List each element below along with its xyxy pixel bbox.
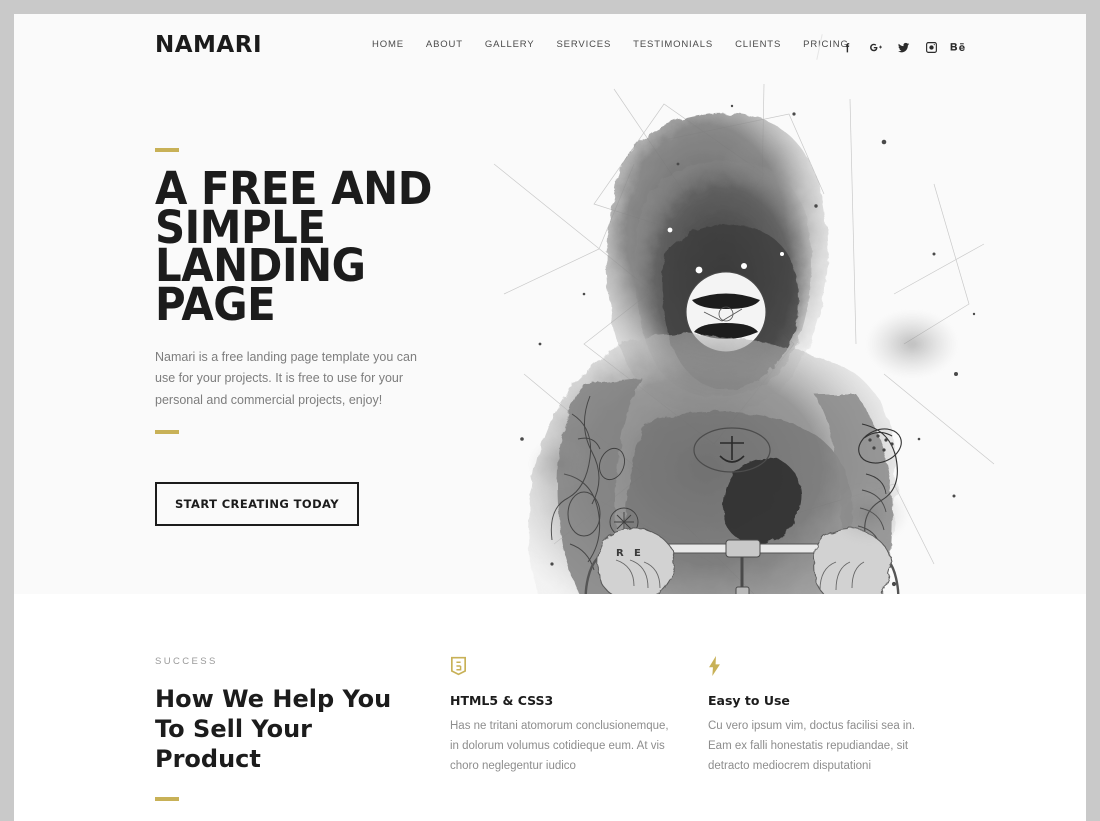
features-eyebrow: SUCCESS [155,656,218,667]
features-intro-column: SUCCESS How We Help You To Sell Your Pro… [155,656,410,821]
nav-link-clients[interactable]: CLIENTS [735,39,781,50]
feature-item-html5-css3: HTML5 & CSS3 Has ne tritani atomorum con… [450,656,670,794]
features-title: How We Help You To Sell Your Product [155,685,392,774]
twitter-icon[interactable] [894,38,912,56]
features-section: SUCCESS How We Help You To Sell Your Pro… [14,594,1086,821]
nav-link-home[interactable]: HOME [372,39,404,50]
svg-text:E: E [634,548,641,559]
brand-logo[interactable]: NAMARI [155,32,262,58]
feature-title: HTML5 & CSS3 [450,693,554,708]
feature-title: Easy to Use [708,693,790,708]
hero-description: Namari is a free landing page template y… [155,349,417,407]
hero-accent-rule-top [155,148,179,152]
facebook-icon[interactable] [838,38,856,56]
hero-copy: A Free And Simple Landing Page Namari is… [155,148,485,527]
page-frame: RE NAMARI HOME ABOUT GALLERY SERVICES TE… [14,14,1086,821]
nav-link-services[interactable]: SERVICES [557,39,612,50]
feature-item-easy-to-use: Easy to Use Cu vero ipsum vim, doctus fa… [708,656,928,794]
instagram-icon[interactable] [922,38,940,56]
behance-icon[interactable] [950,38,968,56]
nav-link-testimonials[interactable]: TESTIMONIALS [633,39,713,50]
social-links [838,38,968,56]
html5-shield-icon [450,656,670,678]
navbar: NAMARI HOME ABOUT GALLERY SERVICES TESTI… [14,14,1086,76]
google-plus-icon[interactable] [866,38,884,56]
hero-title: A Free And Simple Landing Page [155,162,433,332]
hero-accent-rule-bottom [155,430,179,435]
hero-artwork-illustration: RE [464,44,1024,594]
feature-grid: HTML5 & CSS3 Has ne tritani atomorum con… [450,656,928,821]
nav-menu: HOME ABOUT GALLERY SERVICES TESTIMONIALS… [372,39,849,50]
hero-section: RE NAMARI HOME ABOUT GALLERY SERVICES TE… [14,14,1086,594]
nav-link-gallery[interactable]: GALLERY [485,39,535,50]
feature-description: Cu vero ipsum vim, doctus facilisi sea i… [708,720,916,772]
feature-description: Has ne tritani atomorum conclusionemque,… [450,720,669,772]
svg-text:R: R [616,548,624,559]
start-creating-today-button[interactable]: Start Creating Today [155,482,359,527]
lightning-bolt-icon [708,656,928,678]
nav-link-about[interactable]: ABOUT [426,39,463,50]
features-accent-rule [155,796,179,801]
features-inner: SUCCESS How We Help You To Sell Your Pro… [155,656,955,821]
